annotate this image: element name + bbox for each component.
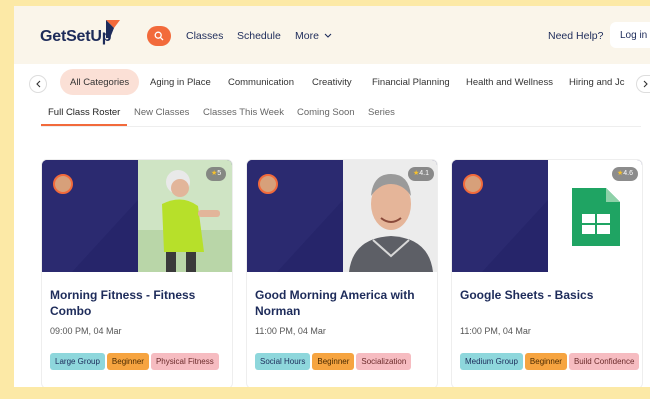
- tab-new-classes[interactable]: New Classes: [134, 107, 189, 118]
- active-tab-indicator: [41, 124, 127, 126]
- logo-flag-icon: [106, 20, 120, 38]
- rating-badge: ★4.6: [612, 167, 639, 181]
- getsetup-page: GetSetUp Classes Schedule More Need Help…: [14, 6, 650, 387]
- need-help-link[interactable]: Need Help?: [548, 30, 603, 42]
- nav-schedule[interactable]: Schedule: [237, 30, 281, 42]
- class-time: 09:00 PM, 04 Mar: [50, 326, 122, 336]
- tab-coming-soon[interactable]: Coming Soon: [297, 107, 355, 118]
- category-aging-in-place[interactable]: Aging in Place: [150, 69, 211, 95]
- class-title[interactable]: Morning Fitness - Fitness Combo: [50, 287, 228, 319]
- class-card-media: ★5: [42, 160, 232, 272]
- rating-value: 5: [217, 170, 222, 177]
- tag-group-size: Medium Group: [460, 353, 523, 370]
- nav-more-label: More: [295, 30, 319, 42]
- tag-level: Beginner: [312, 353, 355, 370]
- search-icon: [154, 31, 164, 41]
- tab-full-class-roster[interactable]: Full Class Roster: [48, 107, 120, 118]
- tag-level: Beginner: [524, 353, 567, 370]
- category-communication[interactable]: Communication: [228, 69, 294, 95]
- class-card[interactable]: ★4.1 Good Morning America with Norman 11…: [246, 159, 438, 387]
- class-time: 11:00 PM, 04 Mar: [255, 326, 326, 336]
- logo[interactable]: GetSetUp: [40, 28, 112, 46]
- instructor-avatar: [53, 174, 73, 194]
- top-header: GetSetUp Classes Schedule More Need Help…: [14, 6, 650, 64]
- search-button[interactable]: [147, 26, 171, 46]
- rating-value: 4.1: [419, 170, 430, 177]
- nav-more[interactable]: More: [295, 30, 332, 42]
- tag-list: Medium Group Beginner Build Confidence: [460, 353, 642, 373]
- class-card[interactable]: ★4.6 Google Sheets - Basics 11:00 PM, 04…: [451, 159, 643, 387]
- category-next-button[interactable]: [636, 75, 650, 93]
- category-prev-button[interactable]: [29, 75, 47, 93]
- class-card[interactable]: ★5 Morning Fitness - Fitness Combo 09:00…: [41, 159, 233, 387]
- tag-topic: Build Confidence: [568, 353, 640, 370]
- instructor-avatar: [463, 174, 483, 194]
- category-all[interactable]: All Categories: [60, 69, 140, 95]
- tag-level: Beginner: [106, 353, 149, 370]
- tag-list: Social Hours Beginner Socialization: [255, 353, 437, 373]
- tab-classes-this-week[interactable]: Classes This Week: [203, 107, 284, 118]
- category-hiring[interactable]: Hiring and Jc: [569, 69, 624, 95]
- instructor-avatar: [258, 174, 278, 194]
- rating-value: 4.6: [623, 170, 634, 177]
- tag-list: Large Group Beginner Physical Fitness: [50, 353, 232, 373]
- tag-topic: Socialization: [356, 353, 412, 370]
- rating-badge: ★4.1: [408, 167, 435, 181]
- class-card-media: ★4.1: [247, 160, 437, 272]
- tag-group-size: Large Group: [50, 353, 105, 370]
- category-financial-planning[interactable]: Financial Planning: [372, 69, 450, 95]
- class-time: 11:00 PM, 04 Mar: [460, 326, 531, 336]
- chevron-right-icon: [643, 80, 648, 88]
- chevron-down-icon: [324, 33, 332, 38]
- chevron-left-icon: [36, 80, 41, 88]
- category-health-and-wellness[interactable]: Health and Wellness: [466, 69, 553, 95]
- tag-group-size: Social Hours: [255, 353, 311, 370]
- rating-badge: ★5: [206, 167, 227, 181]
- nav-classes[interactable]: Classes: [186, 30, 223, 42]
- class-card-media: ★4.6: [452, 160, 642, 272]
- login-button[interactable]: Log in: [610, 22, 650, 48]
- tag-topic: Physical Fitness: [150, 353, 219, 370]
- tab-series[interactable]: Series: [368, 107, 395, 118]
- category-creativity[interactable]: Creativity: [312, 69, 352, 95]
- class-title[interactable]: Good Morning America with Norman: [255, 287, 433, 319]
- tab-divider: [41, 126, 641, 127]
- class-title[interactable]: Google Sheets - Basics: [460, 287, 638, 303]
